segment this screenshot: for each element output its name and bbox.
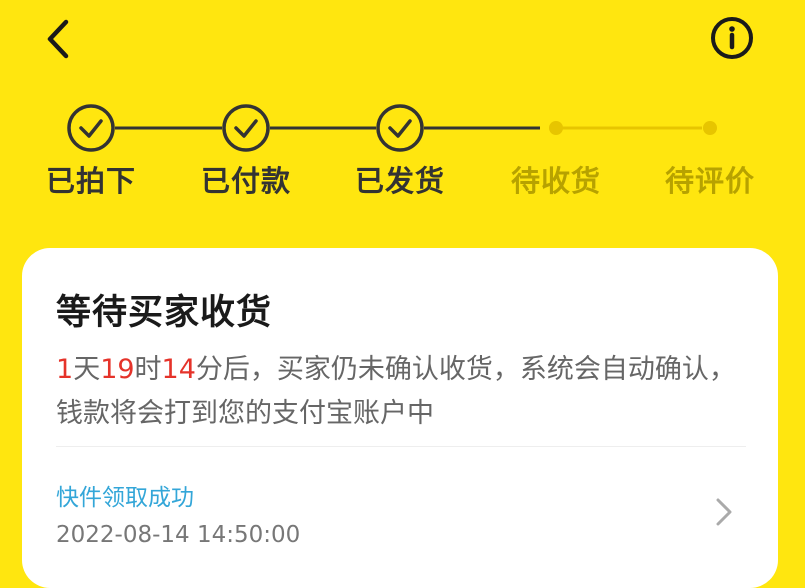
chevron-left-icon bbox=[47, 19, 69, 59]
logistics-row[interactable]: 快件领取成功 2022-08-14 14:50:00 bbox=[22, 448, 778, 588]
countdown-hours: 19 bbox=[100, 354, 135, 385]
status-description: 1天19时14分后，买家仍未确认收货，系统会自动确认，钱款将会打到您的支付宝账户… bbox=[56, 348, 746, 436]
info-circle-icon bbox=[711, 17, 753, 59]
step-label-2: 已付款 bbox=[200, 164, 291, 198]
order-status-card: 等待买家收货 1天19时14分后，买家仍未确认收货，系统会自动确认，钱款将会打到… bbox=[22, 248, 778, 588]
logistics-status: 快件领取成功 bbox=[56, 485, 194, 511]
step-5-dot-icon bbox=[703, 121, 717, 135]
step-2-check-icon bbox=[222, 104, 270, 152]
step-label-5: 待评价 bbox=[664, 164, 755, 198]
card-divider bbox=[56, 446, 746, 447]
countdown-days: 1 bbox=[56, 354, 74, 385]
countdown-day-unit: 天 bbox=[73, 354, 101, 385]
step-1-check-icon bbox=[67, 104, 115, 152]
status-title: 等待买家收货 bbox=[56, 293, 273, 333]
countdown-minutes: 14 bbox=[161, 354, 196, 385]
step-label-3: 已发货 bbox=[354, 164, 445, 198]
step-label-4: 待收货 bbox=[510, 164, 601, 198]
step-4-dot-icon bbox=[549, 121, 563, 135]
logistics-time: 2022-08-14 14:50:00 bbox=[56, 522, 301, 548]
order-progress: 已拍下 已付款 已发货 待收货 待评价 bbox=[0, 100, 805, 200]
step-3-check-icon bbox=[376, 104, 424, 152]
step-label-1: 已拍下 bbox=[45, 164, 136, 198]
countdown-minute-unit: 分 bbox=[195, 354, 223, 385]
info-button[interactable] bbox=[706, 14, 758, 66]
chevron-right-icon bbox=[716, 498, 732, 526]
back-button[interactable] bbox=[36, 12, 84, 64]
progress-track bbox=[67, 104, 717, 152]
countdown-hour-unit: 时 bbox=[134, 354, 162, 385]
